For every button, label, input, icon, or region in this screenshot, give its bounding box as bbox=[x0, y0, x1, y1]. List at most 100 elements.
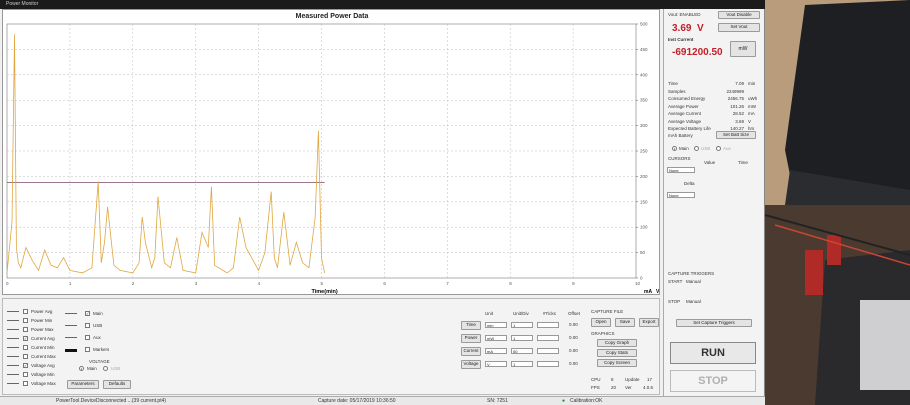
voltage-usb-radio[interactable] bbox=[103, 366, 108, 371]
stat-unit: uWh bbox=[748, 96, 758, 101]
device-photo bbox=[765, 0, 910, 405]
scale-row-name[interactable]: Time bbox=[461, 321, 481, 330]
legend-label: Current Avg bbox=[31, 336, 55, 341]
channel-radio[interactable] bbox=[694, 146, 699, 151]
voltage-main-label: Main bbox=[87, 366, 97, 371]
cursor-a-select[interactable]: None bbox=[667, 167, 695, 173]
set-capture-triggers-button[interactable]: Set Capture Triggers bbox=[676, 319, 752, 327]
channel-checkbox[interactable]: ✓ bbox=[85, 311, 90, 316]
stat-unit: V bbox=[748, 118, 752, 124]
channel-label: USB bbox=[701, 146, 711, 151]
open-button[interactable]: Open bbox=[591, 318, 611, 327]
y-tick-label: 250 bbox=[640, 149, 648, 154]
stat-label: Expected Battery Life bbox=[668, 126, 711, 131]
scale-ticks-select[interactable] bbox=[537, 361, 559, 367]
channel-radio[interactable] bbox=[716, 146, 721, 151]
copy-graph-button[interactable]: Copy Graph bbox=[597, 339, 637, 347]
y-tick-label: 50 bbox=[640, 250, 646, 255]
status-bar: PowerTool.DeviceDisconnected ...(39 curr… bbox=[0, 396, 765, 405]
scale-unit-select[interactable]: min bbox=[485, 322, 507, 328]
stat-label: Time bbox=[668, 81, 678, 86]
legend-checkbox[interactable] bbox=[23, 381, 28, 386]
y-axis-unit-label: mA bbox=[644, 289, 652, 295]
legend-label: Current Min bbox=[31, 345, 55, 350]
set-batt-size-button[interactable]: Set Batt Size bbox=[716, 131, 756, 139]
scale-unit-select[interactable]: V bbox=[485, 361, 507, 367]
scale-unit-select[interactable]: mA bbox=[485, 348, 507, 354]
run-button[interactable]: RUN bbox=[670, 342, 756, 364]
fps-label: FPS bbox=[591, 385, 600, 390]
scale-ticks-select[interactable] bbox=[537, 335, 559, 341]
x-tick-label: 2 bbox=[132, 281, 135, 286]
scale-row-name[interactable]: Power bbox=[461, 334, 481, 343]
legend-checkbox[interactable] bbox=[23, 318, 28, 323]
battery-label: mAh Battery bbox=[668, 133, 693, 138]
channel-checkbox[interactable] bbox=[85, 323, 90, 328]
power-chart[interactable]: 0 50 100 150 200 250 300 350 400 450 500 0 1 2 3 4 5 6 7 8 9… bbox=[3, 10, 661, 296]
scale-div-select[interactable]: 1 bbox=[511, 335, 533, 341]
window-title: Power Monitor bbox=[6, 1, 39, 7]
legend-checkbox[interactable]: ✓ bbox=[23, 363, 28, 368]
scale-ticks-select[interactable] bbox=[537, 322, 559, 328]
voltage-readout: 3.69 bbox=[672, 23, 692, 34]
x-tick-label: 4 bbox=[258, 281, 261, 286]
unit-toggle-button[interactable]: mW bbox=[730, 41, 756, 57]
legend-line-sample bbox=[7, 329, 19, 330]
legend-checkbox[interactable]: ✓ bbox=[23, 336, 28, 341]
scale-row-name[interactable]: Current bbox=[461, 347, 481, 356]
cursors-heading: CURSORS bbox=[668, 156, 691, 161]
x-tick-label: 3 bbox=[195, 281, 198, 286]
channel-radio[interactable]: • bbox=[672, 146, 677, 151]
channel-label: Main bbox=[679, 146, 689, 151]
scale-div-select[interactable]: 1 bbox=[511, 361, 533, 367]
capture-file-heading: CAPTURE FILE bbox=[591, 309, 624, 314]
cpu-value: 8 bbox=[611, 377, 614, 382]
y-tick-label: 450 bbox=[640, 47, 648, 52]
legend-line-sample bbox=[7, 338, 19, 339]
scale-ticks-select[interactable] bbox=[537, 348, 559, 354]
right-panel: Vout: ENABLED Vout Disable 3.69 V Set Vo… bbox=[663, 9, 763, 401]
stat-unit: mW bbox=[748, 103, 756, 109]
legend-checkbox[interactable] bbox=[23, 345, 28, 350]
scale-div-select[interactable]: 50 bbox=[511, 348, 533, 354]
stat-value: 2249999 bbox=[726, 88, 744, 94]
status-capture-date: Capture date: 05/17/2019 10:36:50 bbox=[318, 398, 396, 404]
channel-line-sample bbox=[65, 349, 77, 352]
stop-button[interactable]: STOP bbox=[670, 370, 756, 392]
stat-value: 7.09 bbox=[735, 81, 744, 86]
legend-checkbox[interactable] bbox=[23, 354, 28, 359]
status-calibration: Calibration:OK bbox=[570, 398, 603, 404]
legend-label: Voltage Min bbox=[31, 372, 55, 377]
capture-triggers-heading: CAPTURE TRIGGERS bbox=[668, 271, 715, 276]
stat-label: Samples bbox=[668, 88, 686, 94]
chart-pane[interactable]: Measured Power Data 0 50 100 150 200 250 300 35… bbox=[2, 9, 660, 295]
scale-div-select[interactable]: 1 bbox=[511, 322, 533, 328]
channel-checkbox[interactable] bbox=[85, 347, 90, 352]
scale-row-name[interactable]: Voltage bbox=[461, 360, 481, 369]
legend-label: Voltage Max bbox=[31, 381, 56, 386]
defaults-button[interactable]: Defaults bbox=[103, 380, 131, 389]
cpu-label: CPU bbox=[591, 377, 601, 382]
channel-checkbox[interactable] bbox=[85, 335, 90, 340]
legend-line-sample bbox=[7, 374, 19, 375]
parameters-button[interactable]: Parameters bbox=[67, 380, 99, 389]
x-tick-label: 10 bbox=[635, 281, 641, 286]
stat-value: 3.69 bbox=[735, 118, 744, 124]
vout-status: Vout: ENABLED bbox=[668, 12, 701, 17]
voltage-heading: VOLTAGE bbox=[89, 359, 110, 364]
legend-checkbox[interactable] bbox=[23, 327, 28, 332]
copy-stats-button[interactable]: Copy Stats bbox=[597, 349, 637, 357]
legend-checkbox[interactable] bbox=[23, 309, 28, 314]
save-button[interactable]: Save bbox=[615, 318, 635, 327]
scale-unit-select[interactable]: mW bbox=[485, 335, 507, 341]
legend-checkbox[interactable] bbox=[23, 372, 28, 377]
set-vout-button[interactable]: Set Vout bbox=[718, 23, 760, 32]
cursor-b-select[interactable]: None bbox=[667, 192, 695, 198]
x-tick-label: 1 bbox=[69, 281, 72, 286]
export-button[interactable]: Export bbox=[639, 318, 659, 327]
vout-disable-button[interactable]: Vout Disable bbox=[718, 11, 760, 19]
scale-table-header: #Ticks bbox=[543, 311, 556, 316]
fps-value: 20 bbox=[611, 385, 617, 390]
copy-screen-button[interactable]: Copy Screen bbox=[597, 359, 637, 367]
voltage-main-radio[interactable]: • bbox=[79, 366, 84, 371]
